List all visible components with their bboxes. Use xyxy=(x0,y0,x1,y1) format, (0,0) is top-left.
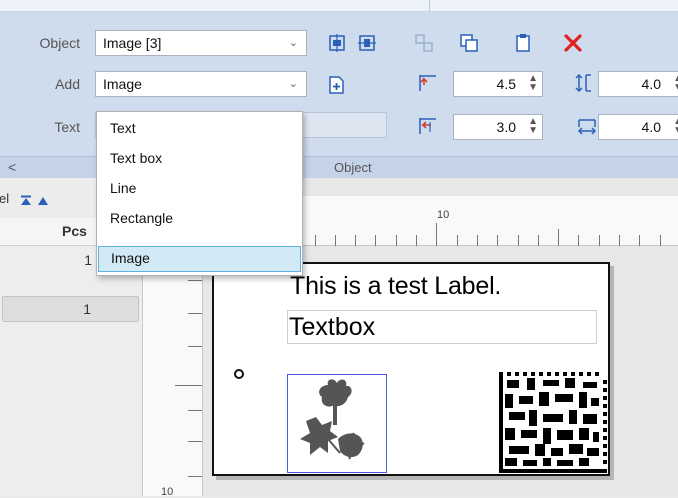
ribbon-top-separator xyxy=(429,0,430,12)
position-x-value: 4.5 xyxy=(496,76,516,92)
width-icon xyxy=(577,119,597,135)
width-spinner[interactable]: 4.0 ▲▼ xyxy=(598,114,678,140)
add-dropdown-list: Text Text box Line Rectangle Image xyxy=(96,111,303,276)
move-up-icon[interactable] xyxy=(38,197,48,205)
object-select[interactable]: Image [3] ⌄ xyxy=(95,30,307,56)
ruler-number: 10 xyxy=(437,209,450,221)
add-object-icon[interactable] xyxy=(326,75,346,95)
position-x-icon xyxy=(419,75,436,91)
group-icon xyxy=(415,34,433,52)
pcs-value: 1 xyxy=(83,301,91,317)
height-icon xyxy=(575,73,591,93)
ruler-number: 10 xyxy=(161,486,174,498)
ruler-left xyxy=(143,246,203,496)
label-textbox-text: Textbox xyxy=(289,313,376,341)
spinner-arrows-icon[interactable]: ▲▼ xyxy=(528,74,538,93)
object-label: Object xyxy=(39,35,80,51)
position-x-spinner[interactable]: 4.5 ▲ ▼ xyxy=(453,71,543,97)
pcs-value: 1 xyxy=(84,252,92,268)
label-image[interactable] xyxy=(287,374,387,473)
dropdown-item-text-box[interactable]: Text box xyxy=(97,146,302,172)
spinner-arrows-icon[interactable]: ▲▼ xyxy=(673,74,678,93)
toolbar-fragment: el xyxy=(0,191,10,206)
move-top-icon[interactable] xyxy=(20,195,32,206)
label-preview[interactable]: This is a test Label. Textbox xyxy=(212,262,610,476)
add-select[interactable]: Image ⌄ xyxy=(95,71,307,97)
add-label: Add xyxy=(55,76,80,92)
height-value: 4.0 xyxy=(641,76,661,92)
dropdown-item-image[interactable]: Image xyxy=(98,246,301,272)
label-text[interactable]: This is a test Label. xyxy=(290,272,501,301)
spinner-arrows-icon[interactable]: ▲▼ xyxy=(528,117,538,136)
position-y-spinner[interactable]: 3.0 ▲ ▼ xyxy=(453,114,543,140)
copy-icon[interactable] xyxy=(459,33,479,53)
label-textbox[interactable]: Textbox xyxy=(287,310,597,344)
position-y-icon xyxy=(419,118,436,134)
dropdown-item-line[interactable]: Line xyxy=(97,176,302,202)
align-center-horizontal-icon[interactable] xyxy=(327,33,347,53)
datamatrix-barcode-icon[interactable] xyxy=(499,372,607,473)
ribbon-top-strip xyxy=(0,0,678,12)
add-select-value: Image xyxy=(103,76,142,92)
chevron-down-icon: ⌄ xyxy=(288,37,298,49)
anchor-dot-icon xyxy=(234,369,244,379)
align-center-vertical-icon[interactable] xyxy=(357,33,377,53)
scroll-left-icon[interactable]: < xyxy=(8,159,16,175)
object-select-value: Image [3] xyxy=(103,35,162,51)
delete-icon[interactable] xyxy=(563,33,583,53)
text-label: Text xyxy=(54,119,80,135)
dropdown-item-text[interactable]: Text xyxy=(97,116,302,142)
group-name: Object xyxy=(334,160,372,175)
pcs-column-header[interactable]: Pcs xyxy=(62,223,87,239)
dropdown-item-rectangle[interactable]: Rectangle xyxy=(97,206,302,232)
width-value: 4.0 xyxy=(641,119,661,135)
chevron-down-icon: ⌄ xyxy=(288,78,298,90)
height-spinner[interactable]: 4.0 ▲▼ xyxy=(598,71,678,97)
position-y-value: 3.0 xyxy=(496,119,516,135)
plant-leaves-icon xyxy=(300,379,365,460)
spinner-arrows-icon[interactable]: ▲▼ xyxy=(673,117,678,136)
paste-icon[interactable] xyxy=(513,33,533,53)
list-item[interactable]: 1 xyxy=(2,296,139,322)
